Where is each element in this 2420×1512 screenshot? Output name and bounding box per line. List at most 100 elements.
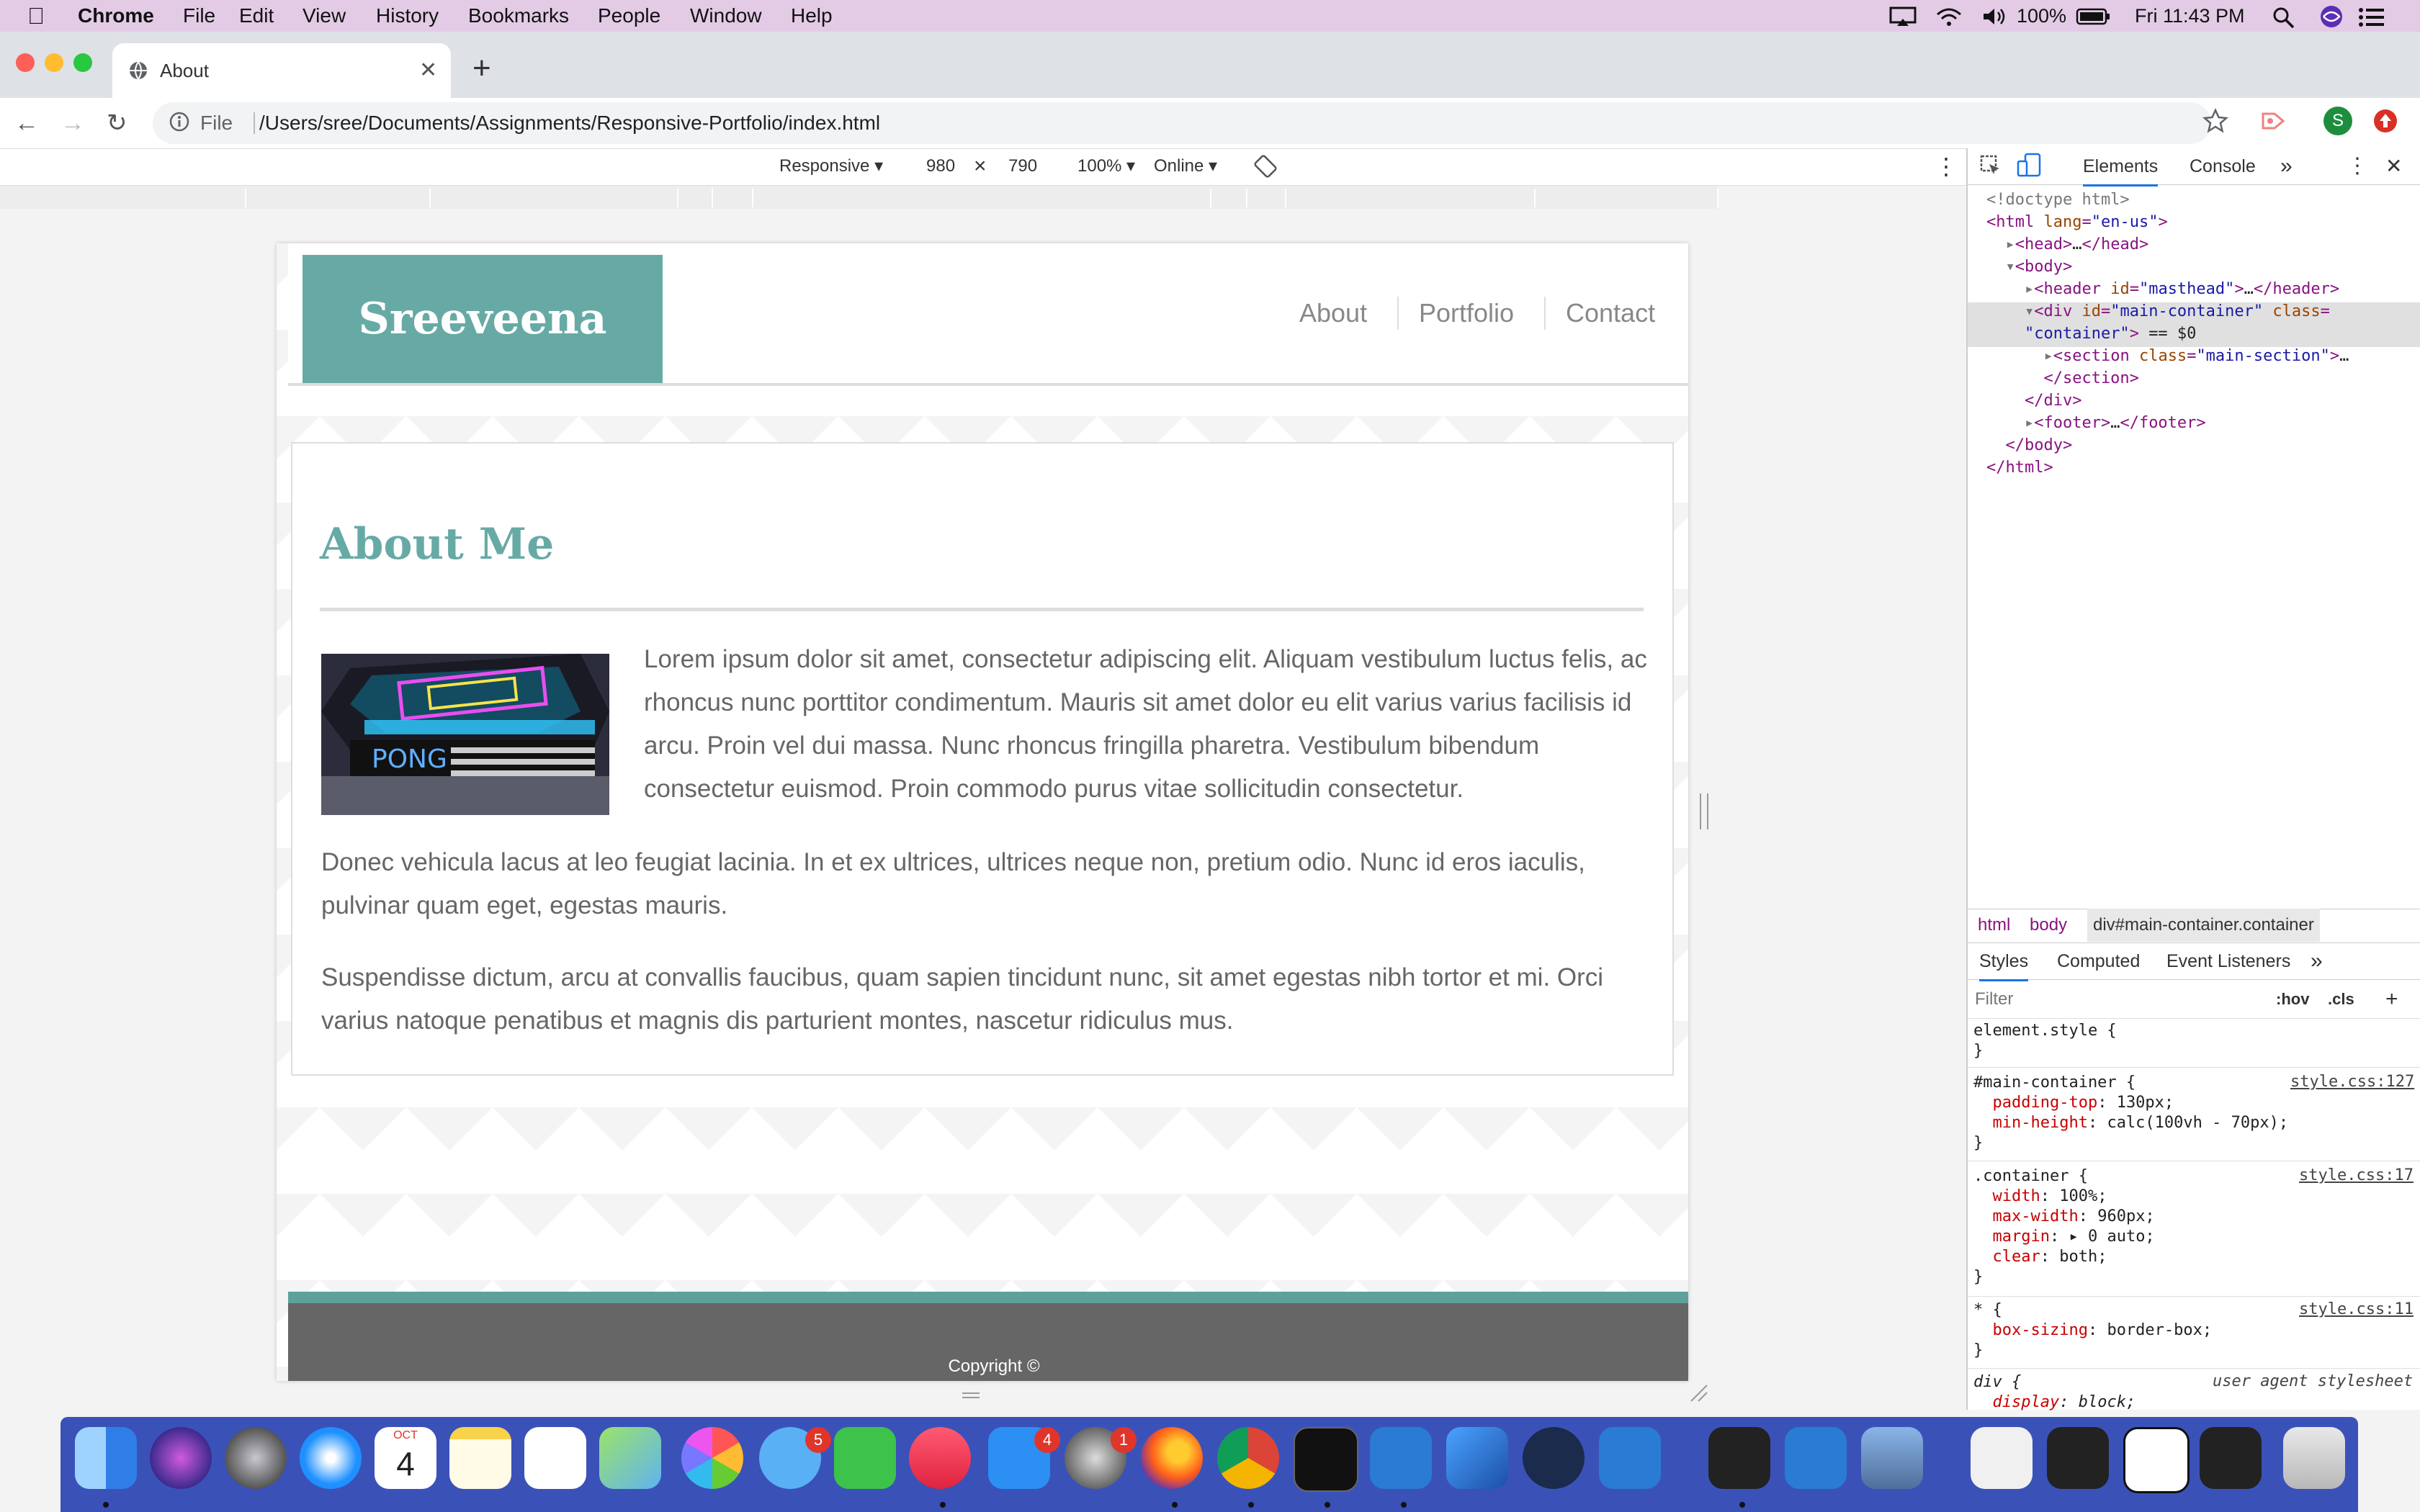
safari-icon[interactable] bbox=[300, 1427, 362, 1489]
bookmark-star-icon[interactable] bbox=[2202, 108, 2228, 134]
siri-icon[interactable] bbox=[2319, 4, 2344, 29]
universal-rule[interactable]: * { box-sizing: border-box; } bbox=[1973, 1300, 2212, 1361]
firefox-icon[interactable] bbox=[1141, 1427, 1203, 1489]
viewport-resize-right-handle[interactable] bbox=[1700, 793, 1708, 829]
notification-center-icon[interactable] bbox=[2358, 7, 2385, 27]
dom-tree[interactable]: <!doctype html> <html lang="en-us"> ▸<he… bbox=[1986, 189, 2349, 479]
hov-toggle[interactable]: :hov bbox=[2276, 981, 2309, 1018]
devtools-menu-icon[interactable]: ⋮ bbox=[2347, 148, 2368, 184]
preview-icon[interactable] bbox=[1861, 1427, 1923, 1489]
device-toggle-icon[interactable] bbox=[2017, 153, 2041, 179]
more-style-tabs-chevron-icon[interactable]: » bbox=[2311, 943, 2323, 979]
menu-file[interactable]: File bbox=[183, 0, 215, 32]
reminders-icon[interactable] bbox=[524, 1427, 586, 1489]
viewport-resize-corner-handle[interactable] bbox=[1690, 1384, 1708, 1403]
nav-about-link[interactable]: About bbox=[1299, 288, 1367, 338]
main-container-rule[interactable]: #main-container { padding-top: 130px; mi… bbox=[1973, 1073, 2288, 1153]
nav-contact-link[interactable]: Contact bbox=[1566, 288, 1655, 338]
new-tab-button[interactable]: + bbox=[472, 50, 491, 86]
piano-app-icon[interactable] bbox=[1708, 1427, 1770, 1489]
zoom-select[interactable]: 100% ▾ bbox=[1077, 148, 1135, 184]
site-logo[interactable]: Sreeveena bbox=[302, 255, 663, 383]
viewport-height-input[interactable]: 790 bbox=[1008, 148, 1037, 184]
spotlight-search-icon[interactable] bbox=[2272, 6, 2296, 29]
tab-close-icon[interactable]: ✕ bbox=[419, 56, 437, 85]
menu-edit[interactable]: Edit bbox=[239, 0, 274, 32]
breadcrumb-html[interactable]: html bbox=[1978, 909, 2010, 942]
minimized-window-thumbnail[interactable] bbox=[2123, 1427, 2190, 1493]
inspect-element-icon[interactable] bbox=[1979, 154, 2002, 177]
viewport-width-input[interactable]: 980 bbox=[926, 148, 955, 184]
photos-icon[interactable] bbox=[681, 1427, 743, 1489]
styles-filter-input[interactable] bbox=[1973, 984, 2264, 1015]
wifi-icon[interactable] bbox=[1935, 6, 1963, 27]
trash-icon[interactable] bbox=[2283, 1427, 2345, 1489]
url-text[interactable]: /Users/sree/Documents/Assignments/Respon… bbox=[259, 102, 880, 144]
menu-people[interactable]: People bbox=[598, 0, 660, 32]
viewport-resize-bottom-handle[interactable] bbox=[962, 1391, 980, 1398]
vscode-icon[interactable] bbox=[1370, 1427, 1432, 1489]
tab-elements[interactable]: Elements bbox=[2083, 148, 2159, 186]
info-icon[interactable] bbox=[169, 111, 190, 132]
element-style-rule[interactable]: element.style { } bbox=[1973, 1021, 2117, 1061]
container-rule[interactable]: .container { width: 100%; max-width: 960… bbox=[1973, 1166, 2155, 1287]
vscode-insiders-icon[interactable] bbox=[1599, 1427, 1661, 1489]
device-toolbar-more-icon[interactable]: ⋮ bbox=[1935, 148, 1958, 184]
add-rule-icon[interactable]: + bbox=[2385, 981, 2398, 1018]
finder-icon[interactable] bbox=[75, 1427, 137, 1489]
tab-console[interactable]: Console bbox=[2190, 148, 2256, 184]
vscode-window-icon[interactable] bbox=[1785, 1427, 1847, 1489]
minimized-window-thumbnail[interactable] bbox=[2200, 1427, 2262, 1489]
chrome-icon[interactable] bbox=[1217, 1427, 1279, 1489]
tab-computed[interactable]: Computed bbox=[2057, 943, 2140, 979]
music-icon[interactable] bbox=[909, 1427, 971, 1489]
breadcrumb-body[interactable]: body bbox=[2030, 909, 2067, 942]
siri-app-icon[interactable] bbox=[150, 1427, 212, 1489]
airplay-icon[interactable] bbox=[1888, 6, 1917, 27]
calendar-icon[interactable]: OCT 4 bbox=[375, 1427, 436, 1489]
forward-arrow-icon[interactable]: → bbox=[60, 98, 85, 148]
device-select[interactable]: Responsive ▾ bbox=[779, 148, 883, 184]
more-tabs-chevron-icon[interactable]: » bbox=[2280, 148, 2293, 184]
minimized-window-thumbnail[interactable] bbox=[1971, 1427, 2033, 1489]
menu-history[interactable]: History bbox=[376, 0, 439, 32]
xcode-icon[interactable] bbox=[1446, 1427, 1508, 1489]
devtools-close-icon[interactable]: ✕ bbox=[2385, 148, 2402, 184]
user-agent-rule[interactable]: div { display: block; bbox=[1973, 1372, 2136, 1413]
apple-menu-icon[interactable]:  bbox=[27, 0, 45, 32]
update-alert-icon[interactable] bbox=[2372, 108, 2398, 134]
terminal-icon[interactable] bbox=[1294, 1427, 1358, 1492]
window-close-button[interactable] bbox=[16, 53, 35, 72]
profile-avatar[interactable]: S bbox=[2323, 107, 2352, 135]
omnibox[interactable]: File /Users/sree/Documents/Assignments/R… bbox=[153, 102, 2211, 144]
menubar-clock[interactable]: Fri 11:43 PM bbox=[2135, 0, 2245, 32]
network-throttle-select[interactable]: Online ▾ bbox=[1154, 148, 1217, 184]
menu-chrome[interactable]: Chrome bbox=[78, 0, 154, 32]
facetime-icon[interactable] bbox=[834, 1427, 896, 1489]
reload-icon[interactable]: ↻ bbox=[107, 98, 127, 148]
menu-window[interactable]: Window bbox=[690, 0, 762, 32]
quicktime-icon[interactable] bbox=[1523, 1427, 1585, 1489]
notes-icon[interactable] bbox=[449, 1427, 511, 1489]
tab-about[interactable]: About ✕ bbox=[112, 43, 451, 98]
media-query-ruler[interactable] bbox=[0, 186, 1717, 210]
window-minimize-button[interactable] bbox=[45, 53, 63, 72]
source-link[interactable]: style.css:11 bbox=[2299, 1300, 2414, 1318]
launchpad-icon[interactable] bbox=[225, 1427, 287, 1489]
rotate-device-icon[interactable] bbox=[1253, 154, 1278, 179]
breadcrumb-main-container[interactable]: div#main-container.container bbox=[2087, 909, 2320, 942]
extension-icon[interactable] bbox=[2260, 108, 2289, 134]
source-link[interactable]: style.css:127 bbox=[2290, 1073, 2414, 1091]
window-zoom-button[interactable] bbox=[73, 53, 92, 72]
nav-portfolio-link[interactable]: Portfolio bbox=[1419, 288, 1514, 338]
tab-event-listeners[interactable]: Event Listeners bbox=[2166, 943, 2290, 979]
menu-view[interactable]: View bbox=[302, 0, 346, 32]
maps-icon[interactable] bbox=[599, 1427, 661, 1489]
battery-icon[interactable] bbox=[2076, 7, 2110, 26]
source-link[interactable]: style.css:17 bbox=[2299, 1166, 2414, 1184]
cls-toggle[interactable]: .cls bbox=[2328, 981, 2354, 1018]
menu-bookmarks[interactable]: Bookmarks bbox=[468, 0, 569, 32]
volume-icon[interactable] bbox=[1981, 6, 2009, 27]
tab-styles[interactable]: Styles bbox=[1979, 943, 2029, 981]
minimized-window-thumbnail[interactable] bbox=[2047, 1427, 2109, 1489]
